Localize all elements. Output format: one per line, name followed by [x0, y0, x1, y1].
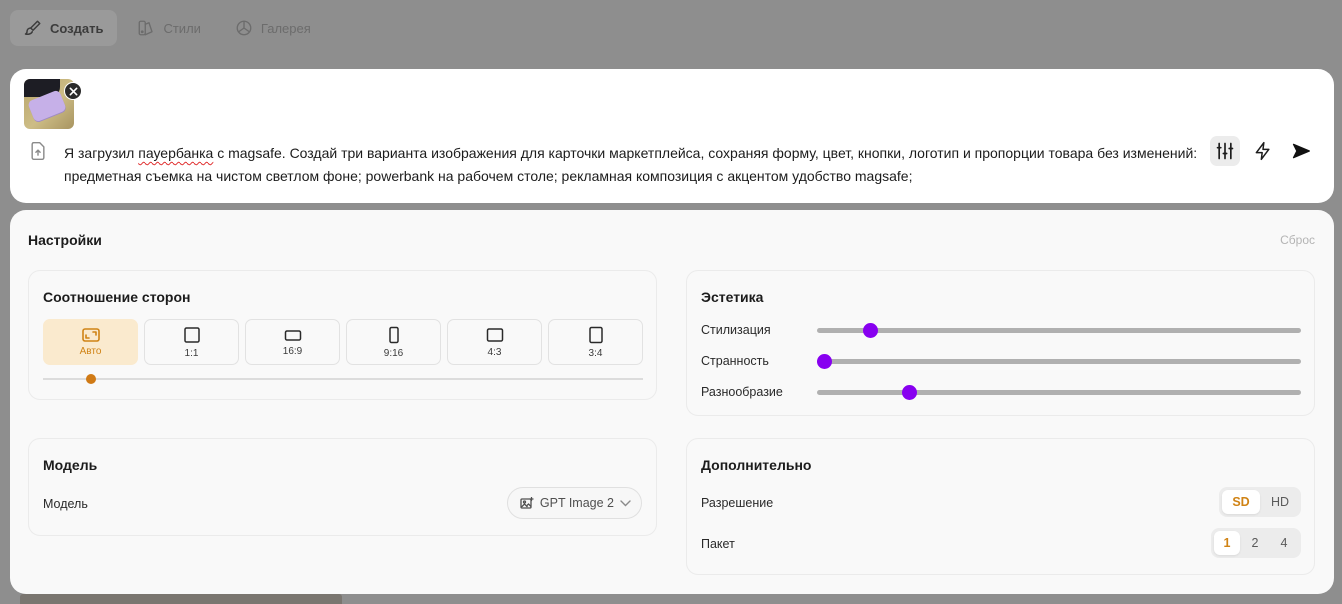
aspect-ratio-options: Авто 1:1 16:9 9:16 4:3 3:4: [43, 319, 643, 365]
model-title: Модель: [43, 457, 98, 473]
slider-thumb[interactable]: [817, 353, 833, 369]
gallery-icon: [236, 20, 252, 36]
ratio-auto-button[interactable]: Авто: [43, 319, 138, 365]
square-icon: [183, 326, 200, 343]
slider-thumb[interactable]: [901, 384, 917, 400]
ratio-1-1-button[interactable]: 1:1: [144, 319, 239, 365]
nav-gallery-label: Галерея: [260, 20, 311, 36]
batch-toggle: 1 2 4: [1211, 528, 1301, 558]
background-thumbnail-strip: [20, 594, 342, 604]
ratio-3-4-button[interactable]: 3:4: [548, 319, 643, 365]
settings-panel: Настройки Сброс Соотношение сторон Авто …: [10, 210, 1334, 594]
model-select-value: GPT Image 2: [539, 496, 614, 510]
nav-create[interactable]: Создать: [10, 10, 118, 46]
aspect-ratio-slider-thumb[interactable]: [86, 374, 96, 384]
slider-variety: Разнообразие: [701, 384, 1301, 400]
slider-label: Странность: [701, 354, 769, 368]
extra-panel: Дополнительно Разрешение SD HD Пакет 1 2…: [686, 438, 1315, 575]
portrait-icon: [588, 326, 603, 343]
landscape-icon: [486, 327, 503, 342]
resolution-label: Разрешение: [701, 496, 774, 510]
top-nav: Создать Стили Галерея: [10, 10, 325, 46]
resolution-toggle: SD HD: [1219, 487, 1301, 517]
aspect-ratio-slider-track[interactable]: [43, 374, 643, 384]
aesthetics-title: Эстетика: [701, 289, 764, 305]
send-icon: [1292, 143, 1310, 159]
styles-icon: [139, 20, 154, 36]
nav-gallery[interactable]: Галерея: [221, 10, 325, 46]
slider-weirdness: Странность: [701, 353, 1301, 369]
aspect-ratio-title: Соотношение сторон: [43, 289, 191, 305]
remove-image-button[interactable]: [64, 82, 82, 100]
nav-styles-label: Стили: [163, 20, 201, 36]
image-icon: [520, 496, 534, 509]
model-select[interactable]: GPT Image 2: [506, 487, 642, 519]
portrait-tall-icon: [388, 326, 399, 343]
model-label: Модель: [43, 497, 88, 511]
batch-4-button[interactable]: 4: [1270, 531, 1298, 555]
batch-label: Пакет: [701, 537, 735, 551]
brush-icon: [24, 20, 41, 36]
slider-track[interactable]: [817, 322, 1301, 338]
settings-title: Настройки: [28, 232, 102, 248]
resolution-sd-button[interactable]: SD: [1222, 490, 1260, 514]
aspect-ratio-panel: Соотношение сторон Авто 1:1 16:9 9:16 4:…: [28, 270, 657, 400]
slider-label: Разнообразие: [701, 385, 783, 399]
ratio-9-16-button[interactable]: 9:16: [346, 319, 441, 365]
batch-1-button[interactable]: 1: [1214, 531, 1240, 555]
chevron-down-icon: [620, 499, 631, 506]
batch-2-button[interactable]: 2: [1242, 531, 1268, 555]
misspelled-word: пауербанка: [138, 145, 214, 161]
slider-stylization: Стилизация: [701, 322, 1301, 338]
slider-track[interactable]: [817, 384, 1301, 400]
enhance-button[interactable]: [1248, 136, 1278, 166]
ratio-16-9-button[interactable]: 16:9: [245, 319, 340, 365]
landscape-wide-icon: [284, 329, 301, 341]
slider-label: Стилизация: [701, 323, 771, 337]
nav-styles[interactable]: Стили: [123, 10, 214, 46]
prompt-card: Я загрузил пауербанка с magsafe. Создай …: [10, 69, 1334, 203]
prompt-actions: [1210, 136, 1316, 166]
reset-button[interactable]: Сброс: [1280, 233, 1315, 247]
send-button[interactable]: [1286, 136, 1316, 166]
sliders-icon: [1216, 142, 1234, 160]
prompt-input[interactable]: Я загрузил пауербанка с magsafe. Создай …: [64, 142, 1214, 188]
resolution-hd-button[interactable]: HD: [1262, 490, 1298, 514]
model-panel: Модель Модель GPT Image 2: [28, 438, 657, 536]
ratio-4-3-button[interactable]: 4:3: [447, 319, 542, 365]
nav-create-label: Создать: [50, 20, 104, 36]
upload-file-icon[interactable]: [28, 141, 48, 161]
settings-toggle-button[interactable]: [1210, 136, 1240, 166]
auto-ratio-icon: [81, 327, 100, 342]
aesthetics-panel: Эстетика Стилизация Странность Разнообра…: [686, 270, 1315, 416]
slider-track[interactable]: [817, 353, 1301, 369]
slider-thumb[interactable]: [863, 322, 879, 338]
extra-title: Дополнительно: [701, 457, 812, 473]
close-icon: [69, 87, 77, 95]
lightning-icon: [1255, 141, 1270, 161]
